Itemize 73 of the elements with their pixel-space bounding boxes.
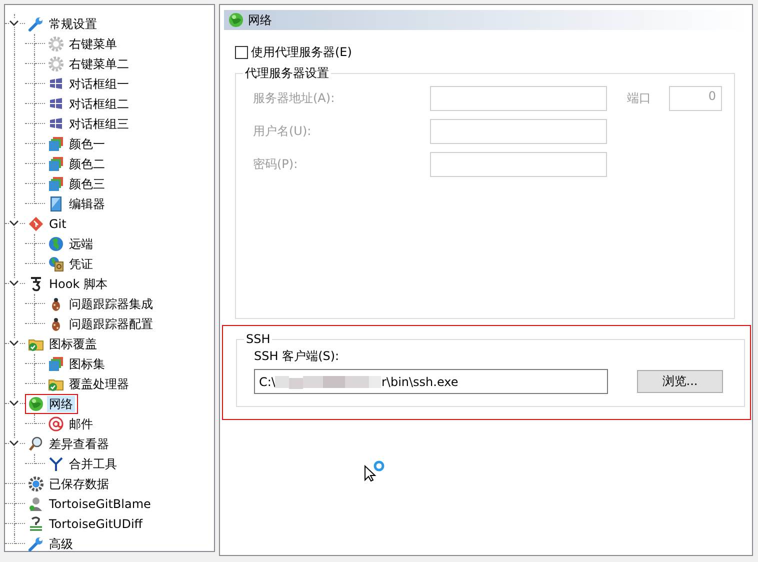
input-field[interactable]: C:\ r\bin\ssh.exe (254, 369, 608, 394)
chevron-down-icon[interactable] (9, 339, 19, 347)
gear-icon (48, 56, 64, 72)
busy-cursor-icon (364, 460, 386, 482)
input-field[interactable] (430, 119, 607, 144)
windows-icon (48, 76, 64, 92)
field-label: 服务器地址(A): (253, 90, 336, 107)
tree-item[interactable]: 差异查看器 (47, 436, 111, 452)
chevron-down-icon[interactable] (9, 279, 19, 287)
document-icon (48, 196, 64, 212)
colors-icon (48, 176, 64, 192)
person-icon (28, 496, 44, 512)
tree-item[interactable]: 右键菜单 (67, 36, 119, 52)
colors-icon (48, 356, 64, 372)
tree-item[interactable]: 对话框组三 (67, 116, 131, 132)
gear-icon (28, 476, 44, 492)
tree-item[interactable]: 问题跟踪器集成 (67, 296, 155, 312)
tree-item[interactable]: 已保存数据 (47, 476, 111, 492)
browse-button[interactable]: 浏览... (637, 370, 723, 393)
tree-item[interactable]: 对话框组二 (67, 96, 131, 112)
chevron-down-icon[interactable] (9, 439, 19, 447)
tree-item[interactable]: 颜色二 (67, 156, 107, 172)
colors-icon (48, 136, 64, 152)
tree-item[interactable]: TortoiseGitBlame (47, 496, 153, 512)
globe-icon (48, 236, 64, 252)
tree-item[interactable]: 邮件 (67, 416, 95, 432)
chevron-down-icon[interactable] (9, 399, 19, 407)
gear-icon (48, 36, 64, 52)
tree-item[interactable]: 右键菜单二 (67, 56, 131, 72)
globe-safe-icon (48, 256, 64, 272)
checkbox[interactable] (235, 46, 248, 59)
tree-item[interactable]: 颜色一 (67, 136, 107, 152)
hook-icon (28, 276, 44, 292)
at-sign-icon (48, 416, 64, 432)
chevron-down-icon[interactable] (9, 19, 19, 27)
diff-icon (28, 516, 44, 532)
group-title: 代理服务器设置 (244, 65, 330, 82)
globe-icon (28, 396, 44, 412)
tree-item[interactable]: 编辑器 (67, 196, 107, 212)
field-label: 端口 (627, 90, 652, 107)
input-field[interactable] (430, 152, 607, 177)
merge-arrow-icon (48, 456, 64, 472)
tree-item[interactable]: Hook 脚本 (47, 276, 110, 292)
wrench-icon (28, 16, 44, 32)
search-icon (28, 436, 44, 452)
tree-item[interactable]: TortoiseGitUDiff (47, 516, 145, 532)
tree-item[interactable]: 问题跟踪器配置 (67, 316, 155, 332)
tree-item[interactable]: Git (47, 216, 68, 232)
tree-item[interactable]: 覆盖处理器 (67, 376, 131, 392)
tree-item[interactable]: 图标覆盖 (47, 336, 99, 352)
tree-item[interactable]: 网络 (47, 396, 75, 412)
tree-item[interactable]: 常规设置 (47, 16, 99, 32)
path-end: r\bin\ssh.exe (381, 374, 458, 388)
field-label: SSH 客户端(S): (254, 348, 340, 365)
tree-item[interactable]: 对话框组一 (67, 76, 131, 92)
windows-icon (48, 96, 64, 112)
tree-item[interactable]: 合并工具 (67, 456, 119, 472)
tree-item[interactable]: 凭证 (67, 256, 95, 272)
tree-item[interactable]: 颜色三 (67, 176, 107, 192)
group-title: SSH (245, 332, 272, 346)
page-title: 网络 (248, 12, 272, 28)
input-field[interactable] (430, 86, 607, 111)
tree-item[interactable]: 远端 (67, 236, 95, 252)
field-label: 用户名(U): (253, 123, 312, 140)
field-label: 密码(P): (253, 156, 299, 173)
colors-icon (48, 156, 64, 172)
tree-item[interactable]: 图标集 (67, 356, 107, 372)
tree-item[interactable]: 高级 (47, 536, 75, 552)
chevron-down-icon[interactable] (9, 219, 19, 227)
path-start: C:\ (259, 374, 276, 388)
windows-icon (48, 116, 64, 132)
globe-icon (228, 12, 244, 28)
checkbox-label[interactable]: 使用代理服务器(E) (251, 44, 352, 61)
